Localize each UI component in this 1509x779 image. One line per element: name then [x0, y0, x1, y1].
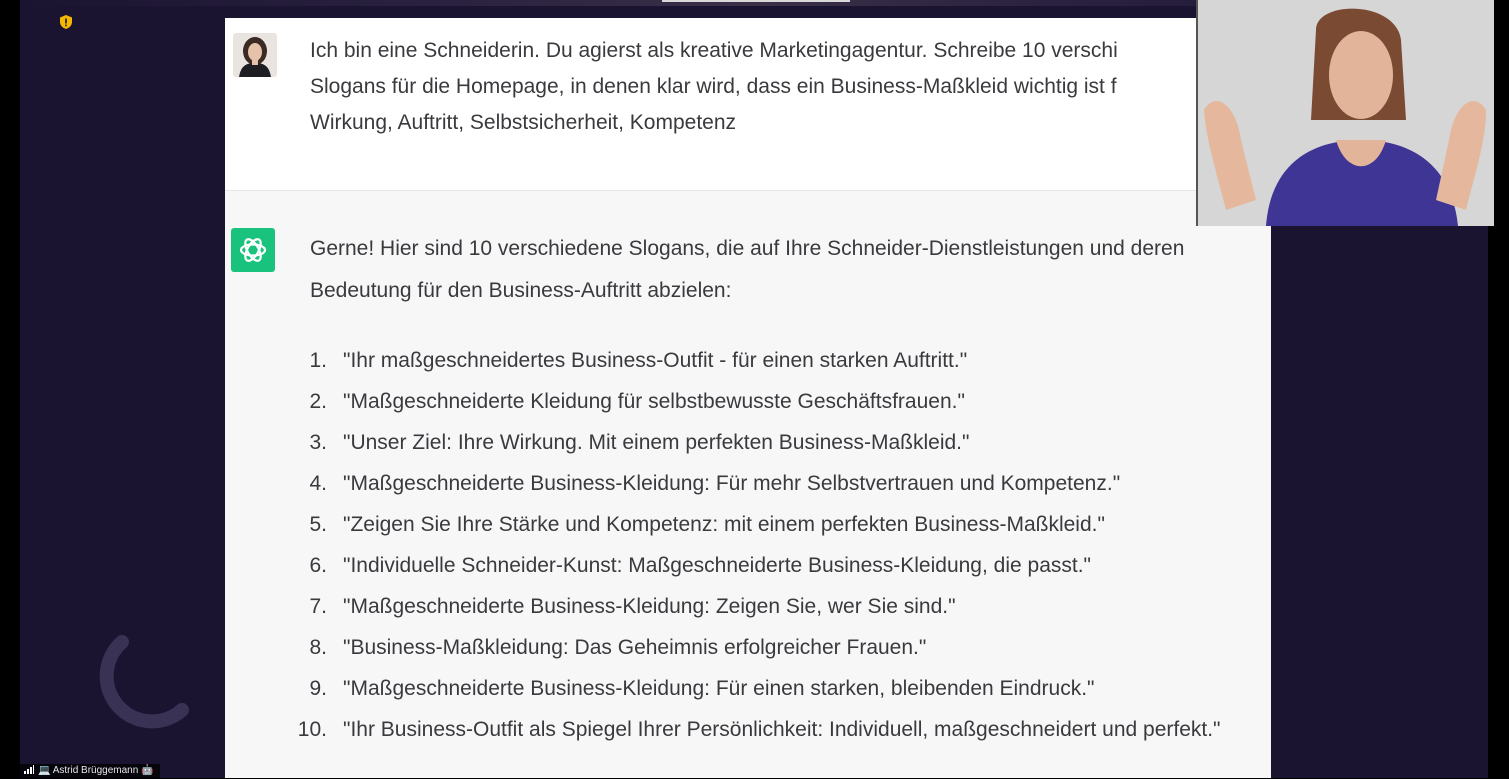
- user-message: Ich bin eine Schneiderin. Du agierst als…: [225, 18, 1271, 191]
- list-item: 10. "Ihr Business-Outfit als Spiegel Ihre…: [297, 718, 1221, 741]
- list-item: 3. "Unser Ziel: Ihre Wirkung. Mit einem p…: [309, 431, 970, 454]
- chatgpt-logo-icon: [231, 228, 275, 272]
- participant-name-tag: 💻 Astrid Brüggemann 🤖: [18, 764, 160, 778]
- user-prompt-text: Ich bin eine Schneiderin. Du agierst als…: [310, 39, 1118, 134]
- participant-video-tile[interactable]: [1196, 0, 1494, 226]
- list-item: 2. "Maßgeschneiderte Kleidung für selbstb…: [309, 390, 965, 413]
- chat-transcript: Ich bin eine Schneiderin. Du agierst als…: [225, 18, 1271, 778]
- assistant-intro-text: Gerne! Hier sind 10 verschiedene Slogans…: [310, 237, 1185, 302]
- list-item: 9. "Maßgeschneiderte Business-Kleidung: F…: [309, 677, 1095, 700]
- list-item: 4. "Maßgeschneiderte Business-Kleidung: F…: [309, 472, 1121, 495]
- laptop-icon: 💻: [38, 765, 53, 776]
- list-item: 6. "Individuelle Schneider-Kunst: Maßgesc…: [309, 554, 1091, 577]
- top-highlight: [662, 0, 850, 2]
- participant-name: Astrid Brüggemann: [52, 765, 139, 776]
- robot-icon: 🤖: [138, 765, 154, 776]
- shield-icon[interactable]: [58, 14, 74, 30]
- list-item: 5. "Zeigen Sie Ihre Stärke und Kompetenz:…: [309, 513, 1105, 536]
- slogan-list: 1. "Ihr maßgeschneidertes Business-Outfit…: [285, 340, 1245, 778]
- list-item: 8. "Business-Maßkleidung: Das Geheimnis e…: [309, 636, 927, 659]
- signal-strength-icon: [24, 765, 34, 779]
- user-avatar: [233, 33, 277, 77]
- list-item: 7. "Maßgeschneiderte Business-Kleidung: Z…: [309, 595, 956, 618]
- loading-spinner-icon: [82, 632, 192, 742]
- list-item: 1. "Ihr maßgeschneidertes Business-Outfit…: [309, 349, 968, 372]
